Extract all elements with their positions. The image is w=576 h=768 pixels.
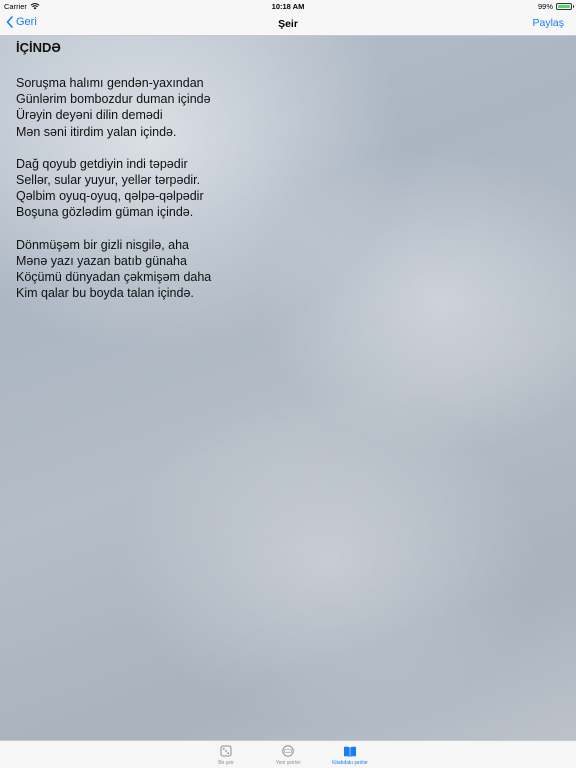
poem-line: Boşuna gözlədim güman içində. [16, 205, 194, 220]
book-icon [344, 746, 356, 757]
battery-icon [556, 2, 574, 10]
status-bar: Carrier 10:18 AM 99% [0, 0, 576, 12]
status-time: 10:18 AM [271, 1, 305, 11]
stanza-2: Dağ qoyub getdiyin indi təpədir Sellər, … [16, 156, 556, 221]
poem-line: Mən səni itirdim yalan içində. [16, 124, 177, 139]
poem-title: İÇİNDƏ [16, 40, 61, 55]
tab-bar: Bir şeir Yeni şeirlər Kitabdakı şeirlər [0, 740, 576, 768]
tab-label: Kitabdakı şeirlər [332, 759, 368, 766]
poem-line: Dönmüşəm bir gizli nisgilə, aha [16, 237, 189, 252]
poem-line: Qəlbim oyuq-oyuq, qəlpə-qəlpədir [16, 189, 204, 204]
page-title: Şeir [278, 18, 298, 30]
poem-line: Soruşma halımı gendən-yaxından [16, 76, 204, 90]
poem-line: Dağ qoyub getdiyin indi təpədir [16, 156, 188, 171]
poem-line: Sellər, sular yuyur, yellər tərpədir. [16, 173, 201, 188]
poem-line: Ürəyin deyəni dilin demədi [16, 108, 163, 123]
stanza-1: Soruşma halımı gendən-yaxından Günlərim … [16, 75, 556, 140]
battery-fill [558, 4, 570, 8]
status-right: 99% [537, 1, 574, 11]
share-button[interactable]: Paylaş [532, 17, 564, 29]
tab-label: Yeni şeirlər [275, 759, 301, 766]
poem-line: Günlərim bombozdur duman içində [16, 92, 211, 107]
new-badge-icon [282, 744, 294, 757]
poem-line: Kim qalar bu boyda talan içində. [16, 286, 194, 301]
tab-kitabdaki-seirler[interactable]: Kitabdakı şeirlər [319, 741, 381, 768]
stanza-3: Dönmüşəm bir gizli nisgilə, aha Mənə yaz… [16, 237, 556, 302]
tab-bir-seir[interactable]: Bir şeir [195, 741, 257, 768]
dice-icon [220, 745, 232, 756]
tab-yeni-seirler[interactable]: Yeni şeirlər [257, 741, 319, 768]
poem-line: Mənə yazı yazan batıb günaha [16, 253, 187, 268]
poem-line: Köçümü dünyadan çəkmişəm daha [16, 270, 212, 285]
poem-content: İÇİNDƏ Soruşma halımı gendən-yaxından Gü… [16, 40, 556, 317]
navigation-bar: Geri Şeir Paylaş [0, 12, 576, 36]
battery-percent: 99% [537, 1, 553, 11]
tab-label: Bir şeir [218, 759, 234, 766]
